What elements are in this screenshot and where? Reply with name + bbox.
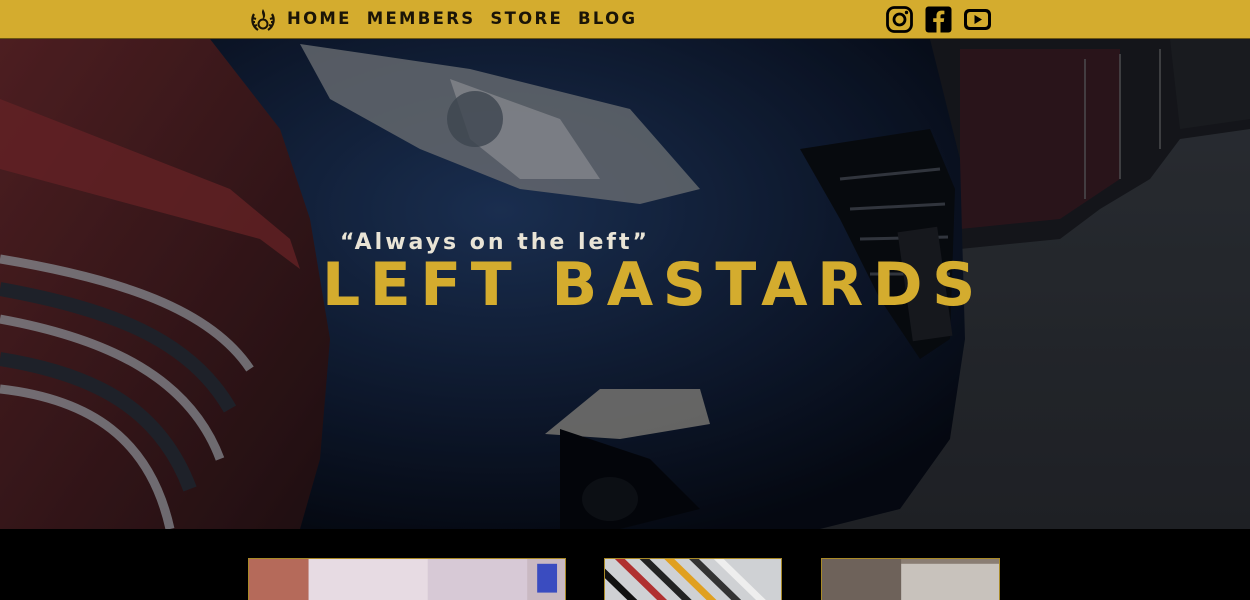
featured-section xyxy=(0,529,1250,600)
feature-card-2[interactable] xyxy=(604,558,782,600)
youtube-icon[interactable] xyxy=(963,5,992,34)
nav-blog-link[interactable]: BLOG xyxy=(578,9,637,28)
instagram-icon[interactable] xyxy=(885,5,914,34)
top-nav-bar: HOME MEMBERS STORE BLOG xyxy=(0,0,1250,39)
hero-banner: “Always on the left” LEFT BASTARDS xyxy=(0,39,1250,529)
nav-links: HOME MEMBERS STORE BLOG xyxy=(287,9,637,28)
card-3-thumbnail xyxy=(822,559,999,600)
feature-card-3[interactable] xyxy=(821,558,1000,600)
nav-store-link[interactable]: STORE xyxy=(490,9,563,28)
flame-laurel-logo-icon[interactable] xyxy=(248,6,278,34)
facebook-icon[interactable] xyxy=(924,5,953,34)
nav-members-link[interactable]: MEMBERS xyxy=(367,9,476,28)
hero-headline: LEFT BASTARDS xyxy=(322,250,985,320)
card-2-thumbnail xyxy=(605,559,781,600)
feature-card-1[interactable] xyxy=(248,558,566,600)
card-1-thumbnail xyxy=(249,559,565,600)
nav-home-link[interactable]: HOME xyxy=(287,9,352,28)
social-links xyxy=(885,5,992,34)
